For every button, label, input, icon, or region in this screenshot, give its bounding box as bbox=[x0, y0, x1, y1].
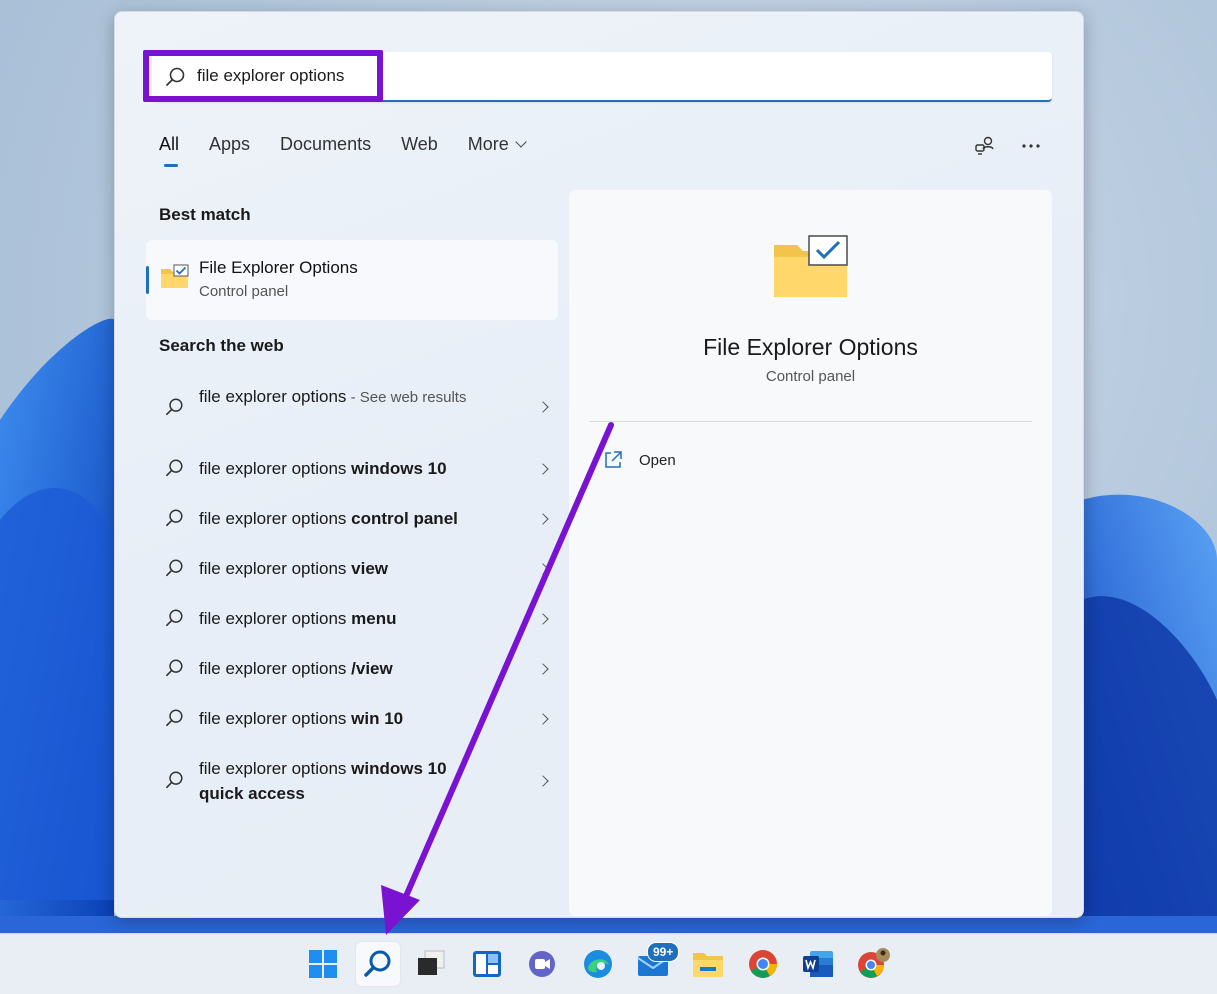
chevron-right-icon bbox=[537, 463, 549, 475]
web-result-text: file explorer options bbox=[199, 459, 352, 478]
web-result-bold: control panel bbox=[351, 509, 458, 528]
chrome-profile-icon[interactable] bbox=[851, 942, 895, 986]
search-web-heading: Search the web bbox=[159, 336, 284, 355]
tab-more[interactable]: More bbox=[467, 134, 527, 155]
search-highlight-box bbox=[143, 50, 383, 102]
web-result-item[interactable]: file explorer options control panel bbox=[159, 506, 549, 531]
web-result-text: file explorer options bbox=[199, 759, 352, 778]
folder-options-icon bbox=[161, 264, 189, 288]
search-icon bbox=[166, 709, 183, 727]
file-explorer-icon[interactable] bbox=[686, 942, 730, 986]
teams-chat-icon[interactable] bbox=[520, 942, 564, 986]
chevron-right-icon bbox=[537, 775, 549, 787]
selection-indicator bbox=[146, 266, 149, 294]
search-icon bbox=[166, 609, 183, 627]
chevron-right-icon bbox=[537, 613, 549, 625]
web-result-item[interactable]: file explorer options view bbox=[159, 556, 549, 581]
best-match-result[interactable]: File Explorer Options Control panel bbox=[146, 240, 558, 320]
web-result-bold: menu bbox=[351, 609, 397, 628]
best-match-heading: Best match bbox=[159, 205, 251, 224]
chevron-right-icon bbox=[537, 713, 549, 725]
mail-unread-badge: 99+ bbox=[647, 942, 680, 962]
widgets-icon[interactable] bbox=[465, 942, 509, 986]
word-icon[interactable] bbox=[796, 942, 840, 986]
chevron-right-icon bbox=[537, 563, 549, 575]
search-icon bbox=[166, 398, 183, 416]
tab-documents[interactable]: Documents bbox=[280, 134, 371, 155]
search-icon bbox=[166, 559, 183, 577]
task-view-icon[interactable] bbox=[409, 942, 453, 986]
web-result-item[interactable]: file explorer options - See web results bbox=[159, 384, 549, 434]
search-icon bbox=[166, 459, 183, 477]
best-match-subtitle: Control panel bbox=[199, 283, 289, 300]
tab-all[interactable]: All bbox=[159, 134, 179, 167]
web-result-bold: windows 10 bbox=[351, 459, 447, 478]
open-label: Open bbox=[639, 451, 676, 469]
edge-icon[interactable] bbox=[576, 942, 620, 986]
detail-title: File Explorer Options bbox=[703, 334, 918, 360]
tab-web[interactable]: Web bbox=[401, 134, 438, 155]
chevron-right-icon bbox=[537, 401, 549, 413]
web-result-item[interactable]: file explorer options /view bbox=[159, 656, 549, 681]
windows-start-icon[interactable] bbox=[301, 942, 345, 986]
search-panel: All Apps Documents Web More Best match F… bbox=[114, 11, 1084, 918]
web-result-item[interactable]: file explorer options windows 10 quick a… bbox=[159, 756, 549, 806]
chevron-down-icon bbox=[515, 136, 527, 148]
chrome-icon[interactable] bbox=[741, 942, 785, 986]
search-icon bbox=[166, 771, 183, 789]
web-result-item[interactable]: file explorer options windows 10 bbox=[159, 456, 549, 481]
search-icon bbox=[166, 509, 183, 527]
divider bbox=[589, 421, 1032, 422]
web-result-text: file explorer options bbox=[199, 509, 352, 528]
web-result-text: file explorer options bbox=[199, 659, 352, 678]
web-result-text: file explorer options bbox=[199, 709, 352, 728]
web-result-bold: /view bbox=[351, 659, 393, 678]
chevron-right-icon bbox=[537, 663, 549, 675]
tab-apps[interactable]: Apps bbox=[209, 134, 250, 155]
web-result-text: file explorer options bbox=[199, 609, 352, 628]
taskbar bbox=[0, 933, 1217, 994]
open-external-icon bbox=[605, 451, 622, 468]
web-result-bold: win 10 bbox=[351, 709, 404, 728]
filter-tabs: All Apps Documents Web More bbox=[159, 134, 555, 167]
detail-subtitle: Control panel bbox=[765, 368, 856, 385]
open-action[interactable]: Open bbox=[603, 448, 676, 472]
search-icon[interactable] bbox=[356, 942, 400, 986]
web-result-item[interactable]: file explorer options menu bbox=[159, 606, 549, 631]
tab-more-label: More bbox=[467, 134, 509, 154]
person-connect-icon[interactable] bbox=[971, 132, 999, 160]
folder-options-icon bbox=[774, 235, 848, 297]
result-detail-pane: File Explorer Options Control panel Open bbox=[569, 190, 1052, 916]
ellipsis-icon[interactable] bbox=[1017, 132, 1045, 160]
web-result-text: file explorer options bbox=[199, 387, 347, 406]
web-result-item[interactable]: file explorer options win 10 bbox=[159, 706, 549, 731]
search-icon bbox=[166, 659, 183, 677]
best-match-title: File Explorer Options bbox=[199, 258, 358, 277]
web-result-bold: view bbox=[351, 559, 388, 578]
chevron-right-icon bbox=[537, 513, 549, 525]
web-result-note: - See web results bbox=[346, 389, 467, 406]
web-result-text: file explorer options bbox=[199, 559, 352, 578]
